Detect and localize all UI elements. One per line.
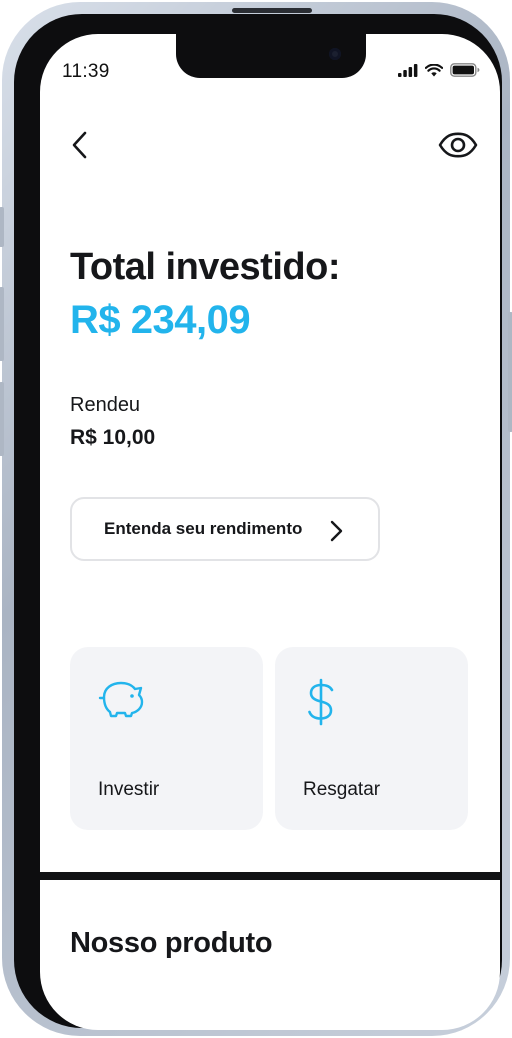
total-invested-value: R$ 234,09	[70, 298, 251, 342]
section-divider	[40, 872, 500, 880]
volume-down-button	[0, 382, 4, 456]
status-icons	[398, 63, 480, 77]
understand-yield-button[interactable]: Entenda seu rendimento	[70, 497, 380, 561]
notch	[176, 34, 366, 78]
wifi-icon	[425, 63, 443, 76]
chevron-left-icon[interactable]	[68, 130, 92, 160]
eye-icon[interactable]	[438, 132, 478, 158]
piggy-bank-icon	[98, 681, 144, 718]
withdraw-label: Resgatar	[303, 779, 381, 800]
phone-bezel: 11:39 Total investido: R$ 234,09 Rendeu …	[14, 8, 502, 1030]
phone-frame: 11:39 Total investido: R$ 234,09 Rendeu …	[0, 2, 512, 1036]
volume-up-button	[0, 287, 4, 361]
power-button	[508, 312, 512, 432]
battery-icon	[450, 63, 480, 77]
screen: 11:39 Total investido: R$ 234,09 Rendeu …	[40, 34, 500, 1030]
mute-switch	[0, 207, 4, 247]
invest-label: Investir	[98, 779, 160, 800]
page-title: Total investido:	[70, 246, 340, 288]
chevron-right-icon	[330, 520, 343, 542]
withdraw-card[interactable]: Resgatar	[275, 647, 468, 830]
product-section-title: Nosso produto	[70, 927, 273, 959]
yield-label: Rendeu	[70, 394, 141, 416]
status-time: 11:39	[62, 61, 110, 82]
front-camera	[329, 48, 341, 60]
cellular-signal-icon	[398, 63, 418, 77]
yield-value: R$ 10,00	[70, 426, 156, 449]
speaker-grille	[232, 8, 312, 13]
invest-card[interactable]: Investir	[70, 647, 263, 830]
dollar-sign-icon	[308, 678, 334, 726]
understand-yield-label: Entenda seu rendimento	[104, 519, 303, 538]
